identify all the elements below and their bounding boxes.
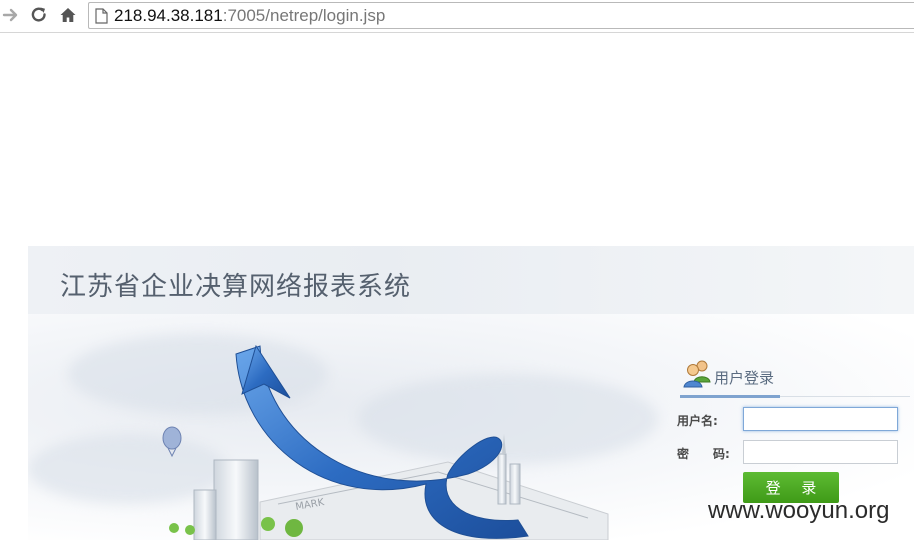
url-host: 218.94.38.181 [114,6,223,25]
login-header: 用户登录 [680,354,910,398]
url-path: :7005/netrep/login.jsp [222,6,386,25]
forward-arrow-icon[interactable] [0,4,22,26]
title-banner: 江苏省企业决算网络报表系统 [28,246,914,314]
watermark: www.wooyun.org [708,497,890,524]
login-panel: 用户登录 用户名: 密 码: 登 录 [677,354,912,514]
username-label: 用户名: [677,414,718,428]
login-title: 用户登录 [714,369,775,387]
password-input[interactable] [743,440,898,464]
page-icon [95,8,108,28]
reload-icon[interactable] [28,4,50,26]
username-input[interactable] [743,407,898,431]
address-bar[interactable]: 218.94.38.181:7005/netrep/login.jsp [88,2,914,29]
home-icon[interactable] [57,4,79,26]
password-label: 密 码: [677,447,730,461]
url-text: 218.94.38.181:7005/netrep/login.jsp [114,6,385,26]
page-title: 江苏省企业决算网络报表系统 [60,272,412,302]
users-icon [682,358,714,392]
browser-toolbar: 218.94.38.181:7005/netrep/login.jsp [0,0,914,33]
balloon-graphic [162,426,182,458]
login-header-underline [680,395,780,398]
